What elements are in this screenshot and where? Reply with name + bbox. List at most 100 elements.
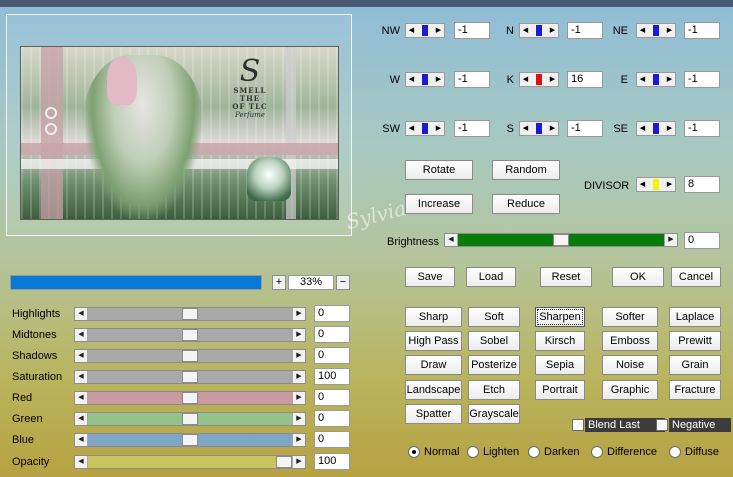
kernel-spinner-nw[interactable]: ◀ ▶ bbox=[405, 23, 445, 38]
slider-thumb[interactable] bbox=[182, 329, 198, 341]
mode-radio-lighten[interactable] bbox=[467, 446, 479, 458]
load-button[interactable]: Load bbox=[466, 267, 516, 287]
zoom-out-button[interactable]: − bbox=[336, 275, 350, 290]
kernel-spinner-n[interactable]: ◀ ▶ bbox=[519, 23, 559, 38]
kernel-spinner-k[interactable]: ◀ ▶ bbox=[519, 72, 559, 87]
reset-button[interactable]: Reset bbox=[540, 267, 592, 287]
preset-graphic-button[interactable]: Graphic bbox=[602, 380, 658, 400]
spinner-right-arrow[interactable]: ▶ bbox=[433, 73, 444, 86]
preset-noise-button[interactable]: Noise bbox=[602, 355, 658, 375]
slider-left-arrow[interactable]: ◀ bbox=[75, 456, 88, 468]
preset-portrait-button[interactable]: Portrait bbox=[535, 380, 585, 400]
brightness-value[interactable]: 0 bbox=[684, 232, 720, 249]
kernel-value-k[interactable]: 16 bbox=[567, 71, 603, 88]
preset-etch-button[interactable]: Etch bbox=[468, 380, 520, 400]
slider-thumb[interactable] bbox=[182, 371, 198, 383]
spinner-right-arrow[interactable]: ▶ bbox=[664, 24, 675, 37]
spinner-right-arrow[interactable]: ▶ bbox=[547, 24, 558, 37]
slider-value-blue[interactable]: 0 bbox=[314, 431, 350, 448]
kernel-value-e[interactable]: -1 bbox=[684, 71, 720, 88]
spinner-right-arrow[interactable]: ▶ bbox=[664, 178, 675, 191]
preset-laplace-button[interactable]: Laplace bbox=[669, 307, 721, 327]
spinner-left-arrow[interactable]: ◀ bbox=[637, 73, 648, 86]
spinner-left-arrow[interactable]: ◀ bbox=[520, 122, 531, 135]
slider-thumb[interactable] bbox=[182, 392, 198, 404]
spinner-right-arrow[interactable]: ▶ bbox=[433, 122, 444, 135]
slider-left-arrow[interactable]: ◀ bbox=[75, 413, 88, 425]
kernel-value-ne[interactable]: -1 bbox=[684, 22, 720, 39]
slider-thumb[interactable] bbox=[182, 350, 198, 362]
slider-left-arrow[interactable]: ◀ bbox=[75, 371, 88, 383]
slider-saturation[interactable]: ◀ ▶ bbox=[74, 370, 306, 384]
preset-grayscale-button[interactable]: Grayscale bbox=[468, 404, 520, 424]
blend-last-checkbox[interactable] bbox=[572, 419, 584, 431]
slider-midtones[interactable]: ◀ ▶ bbox=[74, 328, 306, 342]
slider-right-arrow[interactable]: ▶ bbox=[292, 413, 305, 425]
kernel-value-n[interactable]: -1 bbox=[567, 22, 603, 39]
slider-value-red[interactable]: 0 bbox=[314, 389, 350, 406]
slider-left-arrow[interactable]: ◀ bbox=[75, 308, 88, 320]
slider-opacity[interactable]: ◀ ▶ bbox=[74, 455, 306, 469]
preset-emboss-button[interactable]: Emboss bbox=[602, 331, 658, 351]
kernel-spinner-w[interactable]: ◀ ▶ bbox=[405, 72, 445, 87]
slider-green[interactable]: ◀ ▶ bbox=[74, 412, 306, 426]
slider-right-arrow[interactable]: ▶ bbox=[292, 350, 305, 362]
preset-soft-button[interactable]: Soft bbox=[468, 307, 520, 327]
slider-red[interactable]: ◀ ▶ bbox=[74, 391, 306, 405]
preset-landscape-button[interactable]: Landscape bbox=[405, 380, 462, 400]
preset-sobel-button[interactable]: Sobel bbox=[468, 331, 520, 351]
kernel-value-se[interactable]: -1 bbox=[684, 120, 720, 137]
mode-radio-normal[interactable] bbox=[408, 446, 420, 458]
kernel-spinner-ne[interactable]: ◀ ▶ bbox=[636, 23, 676, 38]
slider-thumb[interactable] bbox=[276, 456, 292, 468]
divisor-spinner[interactable]: ◀ ▶ bbox=[636, 177, 676, 192]
spinner-left-arrow[interactable]: ◀ bbox=[520, 73, 531, 86]
slider-right-arrow[interactable]: ▶ bbox=[292, 456, 305, 468]
slider-value-midtones[interactable]: 0 bbox=[314, 326, 350, 343]
preset-kirsch-button[interactable]: Kirsch bbox=[535, 331, 585, 351]
slider-value-saturation[interactable]: 100 bbox=[314, 368, 350, 385]
spinner-left-arrow[interactable]: ◀ bbox=[406, 122, 417, 135]
slider-value-green[interactable]: 0 bbox=[314, 410, 350, 427]
slider-right-arrow[interactable]: ▶ bbox=[292, 329, 305, 341]
slider-shadows[interactable]: ◀ ▶ bbox=[74, 349, 306, 363]
mode-radio-difference[interactable] bbox=[591, 446, 603, 458]
preset-grain-button[interactable]: Grain bbox=[669, 355, 721, 375]
slider-left-arrow[interactable]: ◀ bbox=[75, 329, 88, 341]
spinner-left-arrow[interactable]: ◀ bbox=[406, 24, 417, 37]
preset-draw-button[interactable]: Draw bbox=[405, 355, 462, 375]
kernel-value-sw[interactable]: -1 bbox=[454, 120, 490, 137]
mode-radio-darken[interactable] bbox=[528, 446, 540, 458]
reduce-button[interactable]: Reduce bbox=[492, 194, 560, 214]
spinner-right-arrow[interactable]: ▶ bbox=[664, 122, 675, 135]
spinner-right-arrow[interactable]: ▶ bbox=[547, 73, 558, 86]
preset-sepia-button[interactable]: Sepia bbox=[535, 355, 585, 375]
spinner-right-arrow[interactable]: ▶ bbox=[547, 122, 558, 135]
mode-radio-diffuse[interactable] bbox=[669, 446, 681, 458]
spinner-left-arrow[interactable]: ◀ bbox=[637, 122, 648, 135]
spinner-right-arrow[interactable]: ▶ bbox=[433, 24, 444, 37]
negative-checkbox[interactable] bbox=[656, 419, 668, 431]
preset-posterize-button[interactable]: Posterize bbox=[468, 355, 520, 375]
slider-thumb[interactable] bbox=[182, 434, 198, 446]
spinner-right-arrow[interactable]: ▶ bbox=[664, 73, 675, 86]
slider-thumb[interactable] bbox=[182, 413, 198, 425]
save-button[interactable]: Save bbox=[405, 267, 455, 287]
spinner-left-arrow[interactable]: ◀ bbox=[637, 178, 648, 191]
rotate-button[interactable]: Rotate bbox=[405, 160, 473, 180]
slider-value-highlights[interactable]: 0 bbox=[314, 305, 350, 322]
kernel-value-w[interactable]: -1 bbox=[454, 71, 490, 88]
slider-value-opacity[interactable]: 100 bbox=[314, 453, 350, 470]
divisor-value[interactable]: 8 bbox=[684, 176, 720, 193]
slider-blue[interactable]: ◀ ▶ bbox=[74, 433, 306, 447]
preset-sharpen-button[interactable]: Sharpen bbox=[535, 307, 585, 327]
zoom-in-button[interactable]: + bbox=[272, 275, 286, 290]
spinner-left-arrow[interactable]: ◀ bbox=[520, 24, 531, 37]
spinner-left-arrow[interactable]: ◀ bbox=[406, 73, 417, 86]
slider-left-arrow[interactable]: ◀ bbox=[445, 234, 458, 246]
slider-right-arrow[interactable]: ▶ bbox=[292, 308, 305, 320]
slider-left-arrow[interactable]: ◀ bbox=[75, 434, 88, 446]
kernel-value-nw[interactable]: -1 bbox=[454, 22, 490, 39]
preset-prewitt-button[interactable]: Prewitt bbox=[669, 331, 721, 351]
kernel-spinner-sw[interactable]: ◀ ▶ bbox=[405, 121, 445, 136]
